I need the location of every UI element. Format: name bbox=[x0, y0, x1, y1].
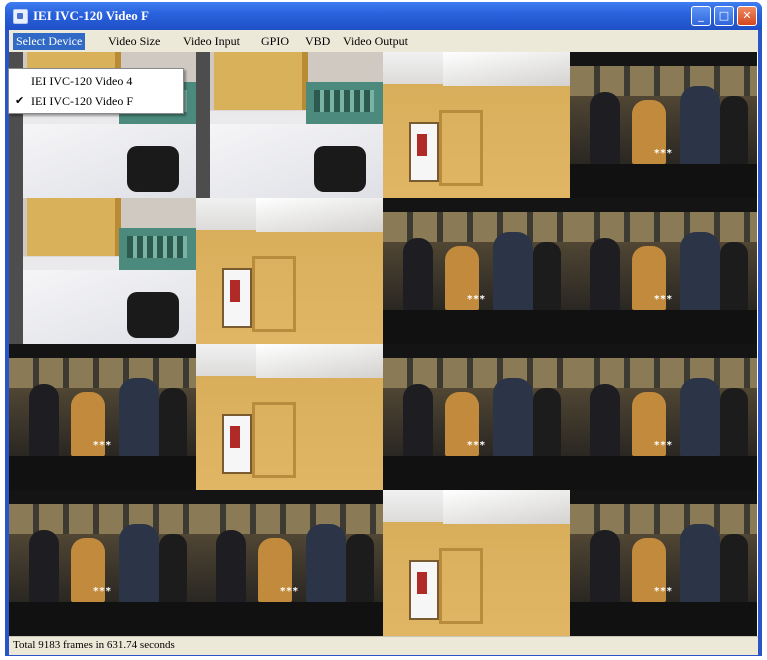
video-frame-detail bbox=[214, 52, 308, 110]
video-tile[interactable] bbox=[196, 52, 383, 198]
menu-option-video-f[interactable]: ✔ IEI IVC-120 Video F bbox=[9, 91, 183, 111]
menu-option-label: IEI IVC-120 Video 4 bbox=[31, 74, 133, 88]
tile-caption: *** bbox=[467, 294, 486, 305]
video-frame-detail bbox=[439, 110, 483, 186]
video-frame-detail bbox=[570, 212, 757, 242]
video-frame-detail bbox=[127, 146, 179, 192]
video-frame-detail bbox=[256, 198, 383, 232]
menu-select-device[interactable]: Select Device bbox=[13, 33, 86, 50]
video-frame-detail bbox=[570, 504, 757, 534]
video-frame-detail bbox=[443, 490, 570, 524]
menu-video-output[interactable]: Video Output bbox=[340, 33, 411, 50]
video-frame-detail bbox=[9, 198, 23, 344]
video-frame-detail bbox=[314, 146, 366, 192]
tile-caption: *** bbox=[93, 440, 112, 451]
video-frame-detail bbox=[9, 456, 196, 490]
video-tile[interactable] bbox=[9, 198, 196, 344]
status-text: Total 9183 frames in 631.74 seconds bbox=[13, 639, 175, 651]
menu-video-size[interactable]: Video Size bbox=[105, 33, 163, 50]
video-tile[interactable] bbox=[196, 344, 383, 490]
video-frame-detail bbox=[570, 66, 757, 96]
video-frame-detail bbox=[383, 358, 570, 388]
status-bar: Total 9183 frames in 631.74 seconds bbox=[9, 636, 758, 655]
tile-caption: *** bbox=[280, 586, 299, 597]
tile-caption: *** bbox=[654, 294, 673, 305]
video-frame-detail bbox=[9, 504, 196, 534]
video-frame-detail bbox=[409, 560, 439, 620]
video-frame-detail bbox=[222, 414, 252, 474]
window-title: IEI IVC-120 Video F bbox=[33, 8, 149, 23]
tile-caption: *** bbox=[654, 586, 673, 597]
select-device-menu: IEI IVC-120 Video 4 ✔ IEI IVC-120 Video … bbox=[8, 68, 184, 114]
video-frame-detail bbox=[252, 402, 296, 478]
video-frame-detail bbox=[409, 122, 439, 182]
video-frame-detail bbox=[9, 358, 196, 388]
menu-vbd[interactable]: VBD bbox=[302, 33, 333, 50]
video-frame-detail bbox=[570, 602, 757, 636]
tile-caption: *** bbox=[93, 586, 112, 597]
tile-caption: *** bbox=[654, 440, 673, 451]
video-frame-detail bbox=[383, 310, 570, 344]
video-frame-detail bbox=[196, 602, 383, 636]
video-tile[interactable]: *** bbox=[9, 490, 196, 636]
video-tile[interactable]: *** bbox=[570, 490, 757, 636]
tile-caption: *** bbox=[654, 148, 673, 159]
video-tile[interactable]: *** bbox=[383, 198, 570, 344]
video-frame-detail bbox=[252, 256, 296, 332]
menu-video-input[interactable]: Video Input bbox=[180, 33, 243, 50]
title-bar[interactable]: IEI IVC-120 Video F _ □ ✕ bbox=[5, 2, 762, 30]
video-tile[interactable]: *** bbox=[570, 344, 757, 490]
video-frame-detail bbox=[119, 228, 196, 270]
video-frame-detail bbox=[27, 198, 121, 256]
video-frame-detail bbox=[196, 504, 383, 534]
video-area: *** *** *** *** *** *** *** *** *** bbox=[9, 52, 758, 636]
video-tile[interactable]: *** bbox=[570, 198, 757, 344]
menu-bar: Select Device Video Size Video Input GPI… bbox=[9, 30, 758, 52]
video-frame-detail bbox=[127, 292, 179, 338]
close-button[interactable]: ✕ bbox=[737, 6, 757, 26]
video-frame-detail bbox=[570, 164, 757, 198]
video-frame-detail bbox=[9, 602, 196, 636]
minimize-button[interactable]: _ bbox=[691, 6, 711, 26]
video-frame-detail bbox=[570, 358, 757, 388]
video-grid: *** *** *** *** *** *** *** *** *** bbox=[9, 52, 757, 636]
menu-option-label: IEI IVC-120 Video F bbox=[31, 94, 134, 108]
video-tile[interactable]: *** bbox=[196, 490, 383, 636]
video-frame-detail bbox=[256, 344, 383, 378]
checkmark-icon: ✔ bbox=[15, 94, 25, 107]
video-frame-detail bbox=[383, 212, 570, 242]
video-tile[interactable] bbox=[196, 198, 383, 344]
video-frame-detail bbox=[383, 456, 570, 490]
video-frame-detail bbox=[570, 456, 757, 490]
tile-caption: *** bbox=[467, 440, 486, 451]
app-icon[interactable] bbox=[13, 9, 28, 24]
video-frame-detail bbox=[439, 548, 483, 624]
video-frame-detail bbox=[443, 52, 570, 86]
maximize-button[interactable]: □ bbox=[714, 6, 734, 26]
video-tile[interactable]: *** bbox=[383, 344, 570, 490]
video-tile[interactable] bbox=[383, 52, 570, 198]
video-tile[interactable] bbox=[383, 490, 570, 636]
video-tile[interactable]: *** bbox=[570, 52, 757, 198]
video-frame-detail bbox=[222, 268, 252, 328]
video-tile[interactable]: *** bbox=[9, 344, 196, 490]
menu-option-video-4[interactable]: IEI IVC-120 Video 4 bbox=[9, 71, 183, 91]
menu-gpio[interactable]: GPIO bbox=[258, 33, 292, 50]
video-frame-detail bbox=[570, 310, 757, 344]
video-frame-detail bbox=[196, 52, 210, 198]
video-frame-detail bbox=[306, 82, 383, 124]
